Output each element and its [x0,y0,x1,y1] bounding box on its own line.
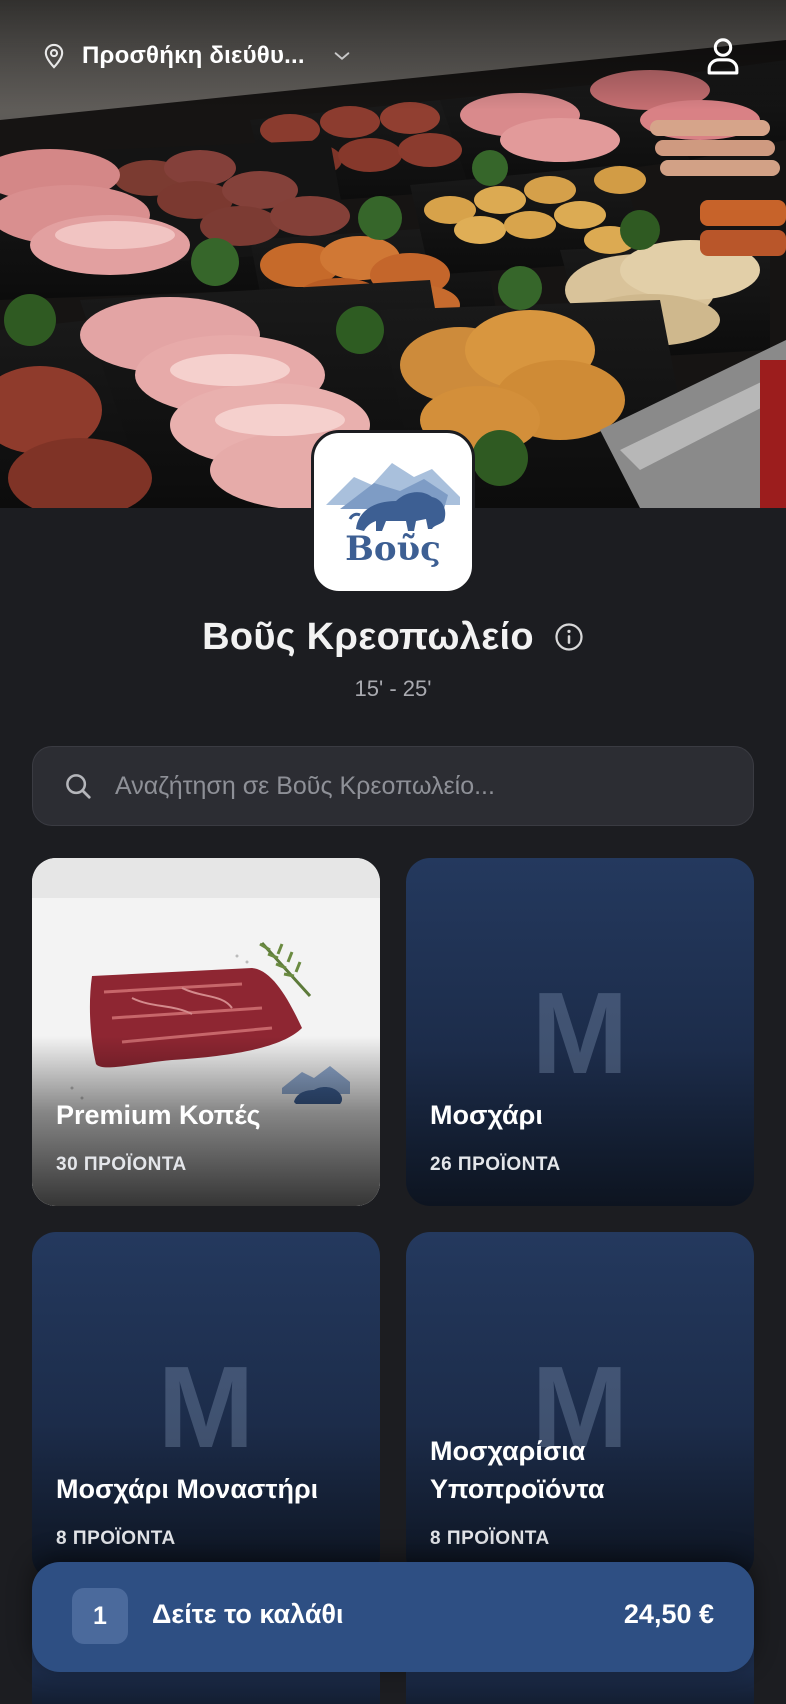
category-title: Premium Κοπές [56,1100,261,1130]
category-card-beef-offal[interactable]: M Μοσχαρίσια Υποπροϊόντα 8 ΠΡΟΪΟΝΤΑ [406,1232,754,1580]
category-count: 26 ΠΡΟΪΟΝΤΑ [430,1154,561,1175]
category-count: 8 ΠΡΟΪΟΝΤΑ [56,1528,176,1549]
cart-total: 24,50 € [623,1599,714,1629]
address-label: Προσθήκη διεύθυ... [82,42,305,69]
category-count: 30 ΠΡΟΪΟΝΤΑ [56,1154,187,1175]
search-icon [66,774,91,799]
category-card-beef[interactable]: M Μοσχάρι 26 ΠΡΟΪΟΝΤΑ [406,858,754,1206]
store-header: Βοῦς Κρεοπωλείο [0,612,786,662]
top-bar: Προσθήκη διεύθυ... [0,0,786,110]
info-circle-icon[interactable] [554,622,584,652]
category-title: Μοσχαρίσια Υποπροϊόντα [430,1436,605,1504]
address-selector[interactable]: Προσθήκη διεύθυ... [40,36,353,76]
logo-wordmark: Βοῦς [345,529,441,569]
category-placeholder-letter: M [531,968,629,1098]
category-placeholder-letter: M [157,1342,255,1472]
search-bar[interactable] [32,746,754,826]
delivery-time: 15' - 25' [354,676,432,701]
category-count: 8 ΠΡΟΪΟΝΤΑ [430,1528,550,1549]
store-logo: Βοῦς [311,430,475,594]
category-title: Μοσχάρι [430,1100,543,1130]
category-card-monastiri-beef[interactable]: M Μοσχάρι Μοναστήρι 8 ΠΡΟΪΟΝΤΑ [32,1232,380,1580]
category-card-premium-cuts[interactable]: Premium Κοπές 30 ΠΡΟΪΟΝΤΑ [32,858,380,1206]
profile-button[interactable] [704,36,742,76]
chevron-down-icon [334,52,350,60]
search-input[interactable] [113,770,733,802]
category-title: Μοσχάρι Μοναστήρι [56,1474,319,1504]
cart-label: Δείτε το καλάθι [152,1599,344,1629]
map-pin-icon [44,43,64,69]
store-name: Βοῦς Κρεοπωλείο [202,615,534,658]
store-page: Προσθήκη διεύθυ... Βοῦς Βοῦς Κρεοπωλείο [0,0,786,1704]
cart-quantity-badge: 1 [72,1588,128,1644]
user-icon [707,38,739,75]
view-cart-button[interactable]: 1 Δείτε το καλάθι 24,50 € [32,1562,754,1672]
